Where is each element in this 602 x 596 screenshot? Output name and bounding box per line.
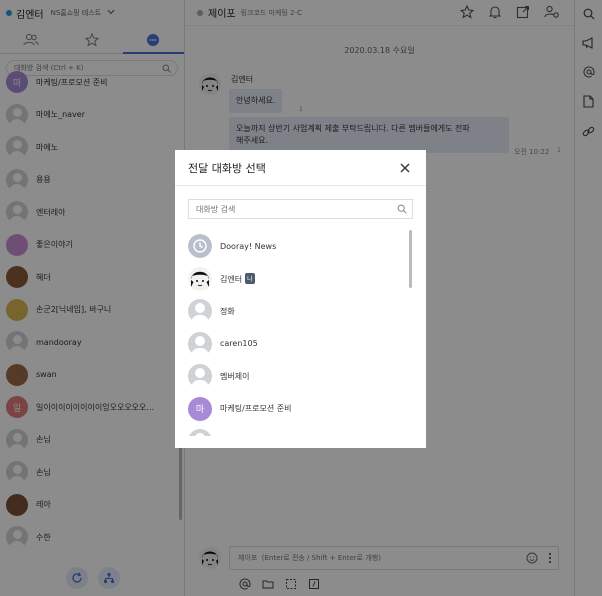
room-choice-name: 김엔터 나 — [220, 272, 255, 285]
room-choice-item[interactable] — [175, 425, 426, 436]
room-choice-name: 정화 — [220, 306, 235, 317]
room-choice-label: Dooray! News — [220, 241, 277, 251]
room-choice-item[interactable]: Dooray! News — [175, 230, 426, 263]
room-choice-label: caren105 — [220, 339, 258, 349]
room-choice-label: 마케팅/프로모션 준비 — [220, 404, 292, 414]
room-choice-item[interactable]: caren105 — [175, 328, 426, 361]
room-choice-label: 정화 — [220, 306, 235, 316]
room-choice-name: caren105 — [220, 339, 258, 348]
clock-icon — [188, 234, 212, 259]
avatar — [188, 429, 212, 436]
me-badge: 나 — [245, 272, 255, 284]
room-choice-name: 멤버제이 — [220, 371, 249, 382]
dialog-scrollbar[interactable] — [409, 230, 412, 288]
room-choice-name: Dooray! News — [220, 242, 276, 251]
dialog-title: 전달 대화방 선택 — [188, 161, 266, 175]
avatar — [188, 331, 212, 356]
close-icon[interactable] — [398, 161, 412, 175]
avatar — [188, 266, 212, 291]
dialog-search[interactable] — [188, 199, 413, 219]
room-choice-label: 김엔터 — [220, 274, 243, 284]
forward-room-dialog: 전달 대화방 선택 Dooray! News 김엔터나정화 caren105 멤버제이… — [175, 150, 426, 448]
room-choice-label: 멤버제이 — [220, 371, 250, 381]
room-choice-name: 마케팅/프로모션 준비 — [220, 403, 291, 414]
avatar — [188, 299, 212, 324]
room-choice-item[interactable]: 김엔터 나 — [175, 263, 426, 296]
search-icon[interactable] — [397, 204, 407, 216]
room-choice-list: Dooray! News 김엔터 나정화 caren105 멤버제이마 마케팅/프로모션 … — [175, 230, 426, 436]
dialog-header: 전달 대화방 선택 — [175, 150, 426, 186]
room-choice-item[interactable]: 마 마케팅/프로모션 준비 — [175, 393, 426, 426]
room-choice-item[interactable]: 정화 — [175, 295, 426, 328]
room-choice-item[interactable]: 멤버제이 — [175, 360, 426, 393]
avatar: 마 — [188, 396, 212, 421]
avatar — [188, 364, 212, 389]
room-search-input[interactable] — [189, 200, 412, 218]
